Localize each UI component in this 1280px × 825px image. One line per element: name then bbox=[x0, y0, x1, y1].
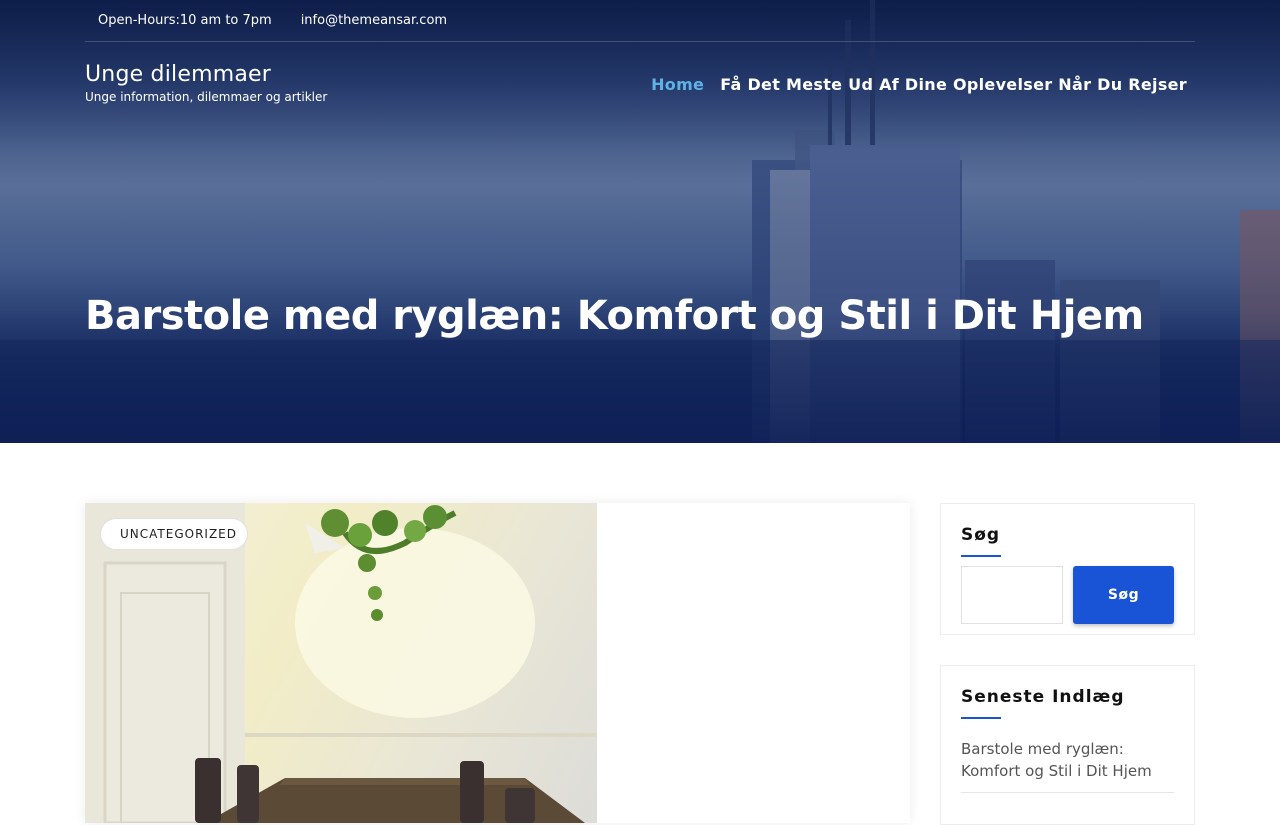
recent-post-link[interactable]: Barstole med ryglæn: Komfort og Stil i D… bbox=[961, 738, 1174, 793]
page-title: Barstole med ryglæn: Komfort og Stil i D… bbox=[85, 293, 1144, 339]
search-widget: Søg Søg bbox=[940, 503, 1195, 635]
opening-hours: Open-Hours:10 am to 7pm bbox=[98, 13, 272, 28]
category-badge[interactable]: UNCATEGORIZED bbox=[100, 518, 248, 550]
hero-banner: Open-Hours:10 am to 7pm info@themeansar.… bbox=[0, 0, 1280, 443]
site-title[interactable]: Unge dilemmaer bbox=[85, 62, 327, 87]
search-button[interactable]: Søg bbox=[1073, 566, 1174, 624]
site-tagline: Unge information, dilemmaer og artikler bbox=[85, 90, 328, 104]
top-info-bar: Open-Hours:10 am to 7pm info@themeansar.… bbox=[85, 0, 1195, 42]
nav-item-home[interactable]: Home bbox=[651, 75, 704, 94]
search-input[interactable] bbox=[961, 566, 1063, 624]
dining-room-photo bbox=[85, 503, 597, 823]
contact-email[interactable]: info@themeansar.com bbox=[301, 13, 447, 28]
recent-posts-title: Seneste Indlæg bbox=[961, 687, 1125, 719]
post-card: UNCATEGORIZED bbox=[85, 503, 910, 823]
site-branding: Unge dilemmaer Unge information, dilemma… bbox=[85, 62, 327, 104]
post-featured-image[interactable]: UNCATEGORIZED bbox=[85, 503, 597, 823]
search-widget-title: Søg bbox=[961, 525, 1002, 557]
main-navigation: Home Få Det Meste Ud Af Dine Oplevelser … bbox=[651, 75, 1187, 94]
recent-posts-widget: Seneste Indlæg Barstole med ryglæn: Komf… bbox=[940, 665, 1195, 825]
nav-item-travel-article[interactable]: Få Det Meste Ud Af Dine Oplevelser Når D… bbox=[720, 75, 1187, 94]
